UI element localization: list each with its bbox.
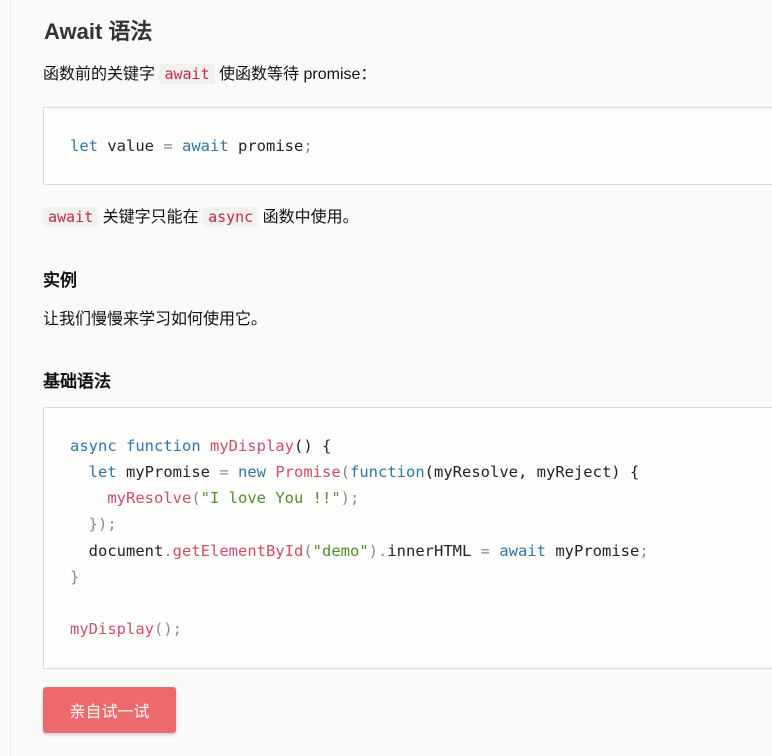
code-token: myPromise	[116, 463, 220, 481]
code-token: function	[350, 463, 425, 481]
code-line: });	[70, 514, 117, 534]
note-text-mid: 关键字只能在	[98, 209, 204, 226]
code-token: getElementById	[172, 542, 304, 560]
page-title: Await 语法	[44, 19, 153, 44]
code-token: "demo"	[312, 542, 369, 560]
example-heading: 实例	[43, 271, 77, 290]
code-block-example: async function myDisplay() { let myPromi…	[43, 407, 772, 669]
code-line: myResolve("I love You !!");	[70, 488, 359, 508]
code-token: myPromise	[546, 542, 640, 560]
note-text-suffix: 函数中使用。	[258, 209, 359, 226]
code-token: (myResolve, myReject) {	[424, 463, 640, 481]
code-token: =	[219, 463, 229, 481]
code-token: myDisplay	[70, 620, 154, 638]
code-token: () {	[293, 437, 332, 455]
note-paragraph: await 关键字只能在 async 函数中使用。	[43, 206, 359, 229]
inline-code-async: async	[203, 207, 259, 227]
inline-code-await: await	[43, 207, 99, 227]
code-line: let myPromise = new Promise(function(myR…	[70, 462, 640, 482]
code-token: ;	[303, 137, 313, 155]
code-token: promise	[228, 137, 304, 155]
intro-text-prefix: 函数前的关键字	[43, 66, 160, 83]
code-token: await	[172, 137, 229, 155]
code-token: .	[163, 542, 173, 560]
code-token: "I love You !!"	[200, 489, 341, 507]
intro-paragraph: 函数前的关键字 await 使函数等待 promise：	[43, 63, 376, 86]
inline-code-await: await	[159, 64, 215, 84]
code-token: let	[70, 137, 98, 155]
left-border	[10, 0, 11, 756]
code-token: async function	[70, 437, 210, 455]
code-line: let value = await promise;	[70, 136, 313, 156]
try-it-yourself-button[interactable]: 亲自试一试	[43, 687, 176, 733]
code-token: });	[88, 515, 117, 533]
code-line: async function myDisplay() {	[70, 436, 331, 456]
code-token: ();	[154, 620, 182, 638]
code-token: (	[191, 489, 201, 507]
intro-text-suffix: 使函数等待 promise：	[214, 66, 377, 83]
code-token: );	[340, 489, 360, 507]
code-token: Promise	[275, 463, 341, 481]
code-token: myResolve	[107, 489, 192, 507]
code-token: document	[88, 542, 164, 560]
code-token: =	[480, 542, 491, 560]
basic-syntax-heading: 基础语法	[43, 372, 111, 391]
code-block-await: let value = await promise;	[43, 107, 772, 185]
code-token: let	[88, 463, 117, 481]
code-token: await	[490, 542, 547, 560]
code-line: }	[70, 567, 79, 587]
code-token: (	[303, 542, 313, 560]
code-token: ;	[639, 542, 649, 560]
code-line: myDisplay();	[70, 619, 182, 639]
code-token: }	[70, 568, 80, 586]
code-line: document.getElementById("demo").innerHTM…	[70, 541, 649, 561]
example-text: 让我们慢慢来学习如何使用它。	[43, 311, 268, 328]
code-token: value	[98, 137, 164, 155]
code-token: myDisplay	[209, 437, 294, 455]
code-token: (	[340, 463, 351, 481]
code-token: ).	[368, 542, 388, 560]
code-token: new	[228, 463, 276, 481]
code-token: =	[163, 137, 173, 155]
code-token: innerHTML	[387, 542, 481, 560]
